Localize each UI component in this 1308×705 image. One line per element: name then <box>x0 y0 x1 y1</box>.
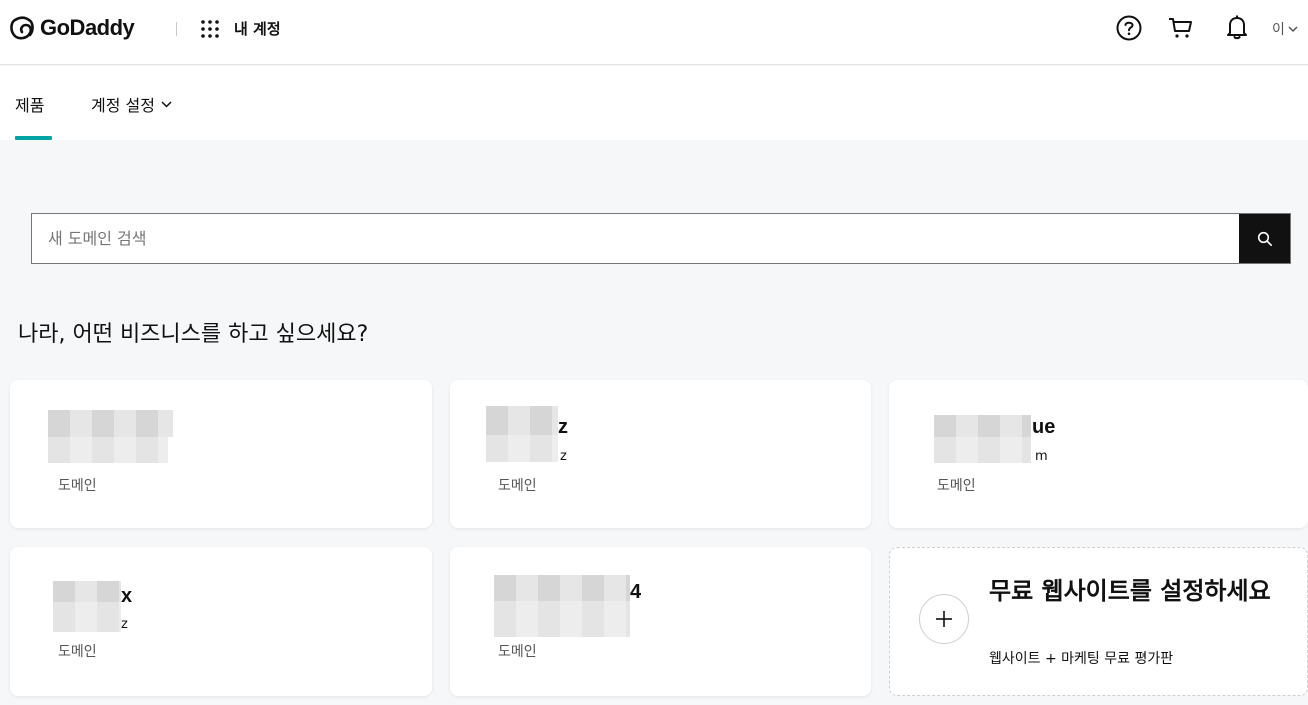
chevron-down-icon <box>161 101 172 108</box>
redacted-domain-name <box>53 602 121 632</box>
sub-navigation: 제품 계정 설정 <box>0 66 1308 140</box>
godaddy-logo[interactable]: GoDaddy <box>8 14 135 42</box>
redacted-domain-name <box>486 406 558 435</box>
search-icon <box>1257 231 1272 246</box>
tab-account-settings-label: 계정 설정 <box>91 96 155 115</box>
cart-icon[interactable] <box>1168 16 1194 40</box>
domain-sub-fragment: z <box>121 617 128 632</box>
domain-search-bar <box>31 213 1291 264</box>
domain-type-label: 도메인 <box>58 644 97 660</box>
add-website-button[interactable] <box>919 594 969 644</box>
redacted-domain-name <box>486 435 558 462</box>
domain-search-input[interactable] <box>32 214 1240 263</box>
search-button[interactable] <box>1239 214 1290 263</box>
redacted-domain-name <box>53 581 121 602</box>
header-divider <box>176 22 177 36</box>
tab-account-settings[interactable]: 계정 설정 <box>91 92 172 116</box>
user-menu[interactable]: 이 <box>1272 19 1298 39</box>
redacted-domain-name <box>934 437 1031 463</box>
domain-sub-fragment: z <box>560 449 567 464</box>
domain-name-fragment: x <box>121 585 133 607</box>
domain-name-fragment: ue <box>1032 416 1056 438</box>
app-title[interactable]: 내 계정 <box>234 18 281 39</box>
tab-products[interactable]: 제품 <box>15 92 44 116</box>
redacted-domain-name <box>48 410 173 437</box>
godaddy-logo-icon <box>10 16 34 40</box>
apps-grid-icon[interactable] <box>200 19 220 39</box>
domain-card[interactable]: x z 도메인 <box>10 547 432 696</box>
domain-name-fragment: 4 <box>630 581 642 603</box>
greeting-heading: 나라, 어떤 비즈니스를 하고 싶으세요? <box>18 322 369 347</box>
redacted-domain-name <box>48 437 168 463</box>
free-website-card[interactable]: 무료 웹사이트를 설정하세요 웹사이트 + 마케팅 무료 평가판 <box>889 547 1308 696</box>
domain-sub-fragment: m <box>1035 449 1048 464</box>
redacted-domain-name <box>494 575 630 601</box>
domain-type-label: 도메인 <box>498 644 537 660</box>
redacted-domain-name <box>934 415 1031 437</box>
domain-card[interactable]: 4 도메인 <box>450 547 871 696</box>
logo-text: GoDaddy <box>40 15 135 40</box>
free-website-subtitle: 웹사이트 + 마케팅 무료 평가판 <box>989 651 1174 667</box>
domain-name-fragment: z <box>558 416 568 438</box>
domain-card[interactable]: 도메인 <box>10 380 432 528</box>
domain-type-label: 도메인 <box>937 478 976 494</box>
plus-icon <box>936 611 952 627</box>
chevron-down-icon <box>1288 26 1298 33</box>
user-initial: 이 <box>1272 22 1285 38</box>
domain-type-label: 도메인 <box>58 478 97 494</box>
top-bar: GoDaddy 내 계정 이 <box>0 0 1308 65</box>
bell-icon[interactable] <box>1226 14 1248 40</box>
redacted-domain-name <box>494 601 630 637</box>
active-tab-indicator <box>15 136 52 140</box>
domain-card[interactable]: ue m 도메인 <box>889 380 1308 528</box>
help-icon[interactable] <box>1115 14 1143 42</box>
domain-type-label: 도메인 <box>498 478 537 494</box>
free-website-title: 무료 웹사이트를 설정하세요 <box>989 577 1271 605</box>
domain-card[interactable]: z z 도메인 <box>450 380 871 528</box>
